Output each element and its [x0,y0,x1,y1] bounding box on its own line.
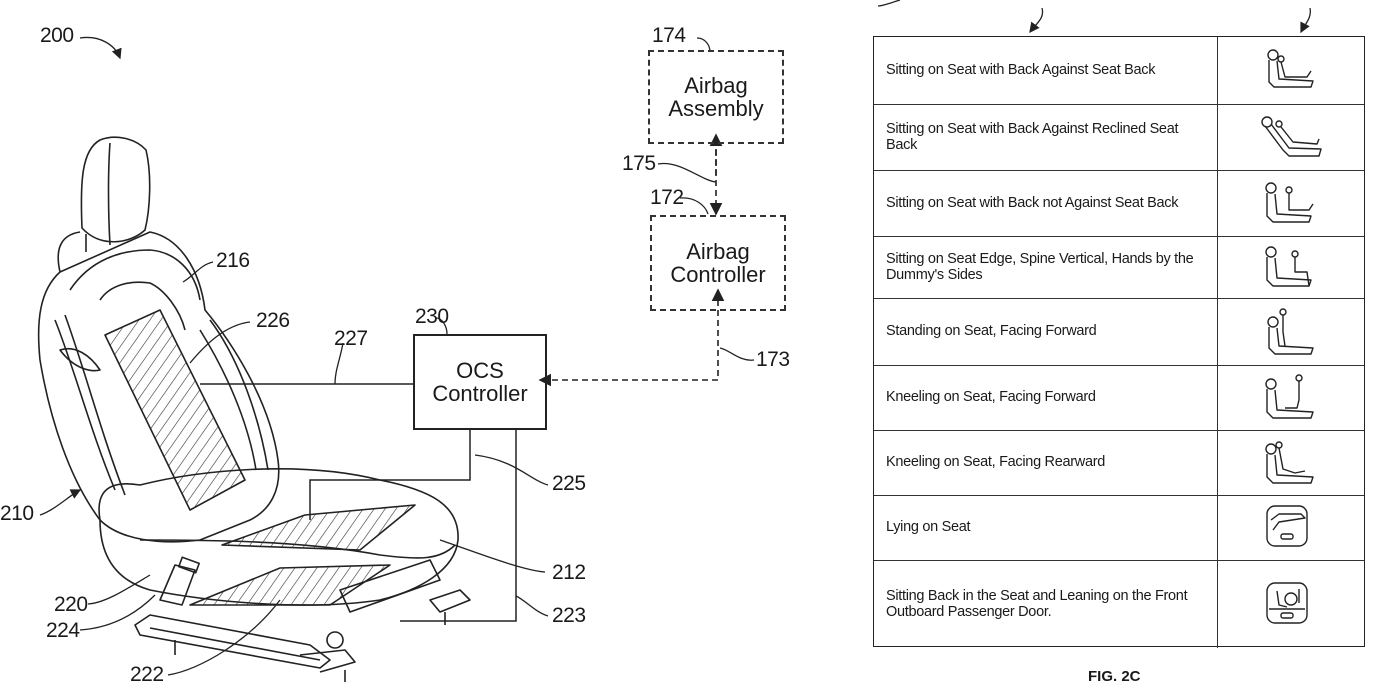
ref-226: 226 [256,309,290,332]
cushion-sensor-mat-top [221,504,416,551]
posture-description: Sitting on Seat Edge, Spine Vertical, Ha… [874,237,1218,298]
ref-175: 175 [622,152,656,175]
table-row: Sitting Back in the Seat and Leaning on … [874,561,1364,648]
posture-table: Sitting on Seat with Back Against Seat B… [873,36,1365,648]
ocs-controller-line2: Controller [432,381,528,406]
airbag-controller-line1: Airbag [686,238,750,264]
ref-222: 222 [130,663,164,686]
posture-description: Sitting on Seat with Back Against Reclin… [874,105,1218,170]
airbag-assembly-line1: Airbag [684,72,748,98]
ref-172: 172 [650,186,684,209]
table-row: Lying on Seat [874,496,1364,561]
column-ref-204: 204 [1297,0,1321,3]
headrest [80,136,151,243]
kneeling-forward-icon [1218,366,1364,430]
ref-212: 212 [552,561,586,584]
ref-224: 224 [46,619,80,642]
seated-forward-icon [1218,171,1364,236]
column-ref-leaders [877,0,1311,34]
ref-220: 220 [54,593,88,616]
seated-upright-icon [1218,37,1364,104]
seated-reclined-icon [1218,105,1364,170]
table-row: Kneeling on Seat, Facing Forward [874,366,1364,431]
airbag-controller-box: Airbag Controller [650,215,786,311]
lying-icon [1218,496,1364,560]
posture-description: Standing on Seat, Facing Forward [874,299,1218,365]
wire-223 [400,430,517,622]
ref-225: 225 [552,472,586,495]
ocs-controller-box: OCS Controller [413,334,547,430]
ref-210: 210 [0,502,34,525]
airbag-assembly-line2: Assembly [668,96,764,121]
ocs-controller-line1: OCS [456,357,504,383]
table-row: Sitting on Seat with Back Against Seat B… [874,37,1364,105]
airbag-assembly-box: Airbag Assembly [648,50,784,144]
posture-description: Kneeling on Seat, Facing Forward [874,366,1218,430]
posture-description: Kneeling on Seat, Facing Rearward [874,431,1218,495]
table-row: Sitting on Seat with Back Against Reclin… [874,105,1364,171]
posture-description: Sitting Back in the Seat and Leaning on … [874,561,1218,648]
leaning-door-icon [1218,561,1364,648]
seated-edge-icon [1218,237,1364,298]
standing-icon [1218,299,1364,365]
figure-caption: FIG. 2C [1088,668,1141,685]
column-ref-202: 202 [1023,0,1047,3]
posture-description: Lying on Seat [874,496,1218,560]
posture-description: Sitting on Seat with Back Against Seat B… [874,37,1218,104]
ref-216: 216 [216,249,250,272]
posture-description: Sitting on Seat with Back not Against Se… [874,171,1218,236]
table-row: Kneeling on Seat, Facing Rearward [874,431,1364,496]
cushion-sensor-mat-front [189,564,391,606]
ref-230: 230 [415,305,449,328]
table-row: Standing on Seat, Facing Forward [874,299,1364,366]
kneeling-rearward-icon [1218,431,1364,495]
airbag-controller-line2: Controller [670,262,766,287]
table-row: Sitting on Seat Edge, Spine Vertical, Ha… [874,237,1364,299]
ref-173: 173 [756,348,790,371]
ref-223: 223 [552,604,586,627]
table-row: Sitting on Seat with Back not Against Se… [874,171,1364,237]
ref-227: 227 [334,327,368,350]
